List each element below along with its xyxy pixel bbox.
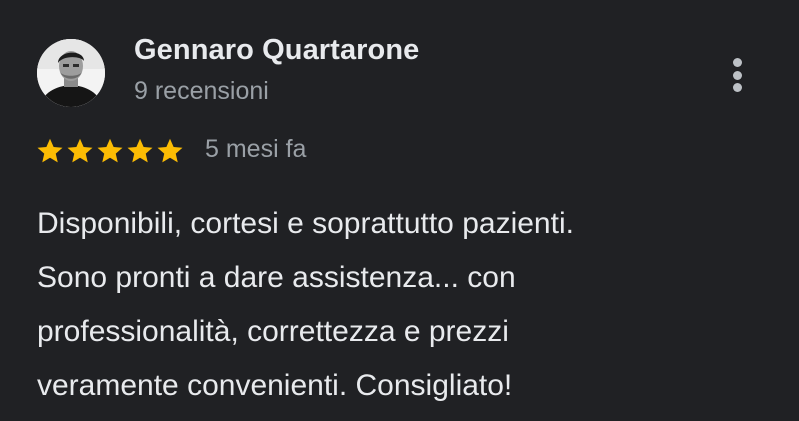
review-text-line: Disponibili, cortesi e soprattutto pazie…	[37, 207, 574, 240]
author-name[interactable]: Gennaro Quartarone	[134, 34, 419, 67]
star-icon	[97, 138, 123, 163]
avatar[interactable]	[37, 39, 105, 107]
star-icon	[157, 138, 183, 163]
avatar-photo	[37, 39, 105, 107]
review-text: Disponibili, cortesi e soprattutto pazie…	[37, 197, 757, 413]
star-icon	[127, 138, 153, 163]
review-text-line: Sono pronti a dare assistenza... con	[37, 261, 516, 294]
more-vert-icon-dot-2	[732, 70, 742, 80]
more-options-button[interactable]	[722, 54, 752, 96]
star-icon	[67, 138, 93, 163]
review-text-line: veramente convenienti. Consigliato!	[37, 369, 513, 402]
star-icon	[37, 138, 63, 163]
more-vert-icon-dot-3	[732, 83, 742, 92]
review-text-line: professionalità, correttezza e prezzi	[37, 315, 509, 348]
review-date: 5 mesi fa	[205, 135, 307, 163]
star-rating	[35, 136, 185, 166]
more-vert-icon-dot-1	[732, 58, 742, 67]
review-card: Gennaro Quartarone 9 recensioni 5 mesi f…	[0, 0, 799, 421]
stars	[35, 136, 185, 166]
review-count: 9 recensioni	[134, 77, 269, 105]
